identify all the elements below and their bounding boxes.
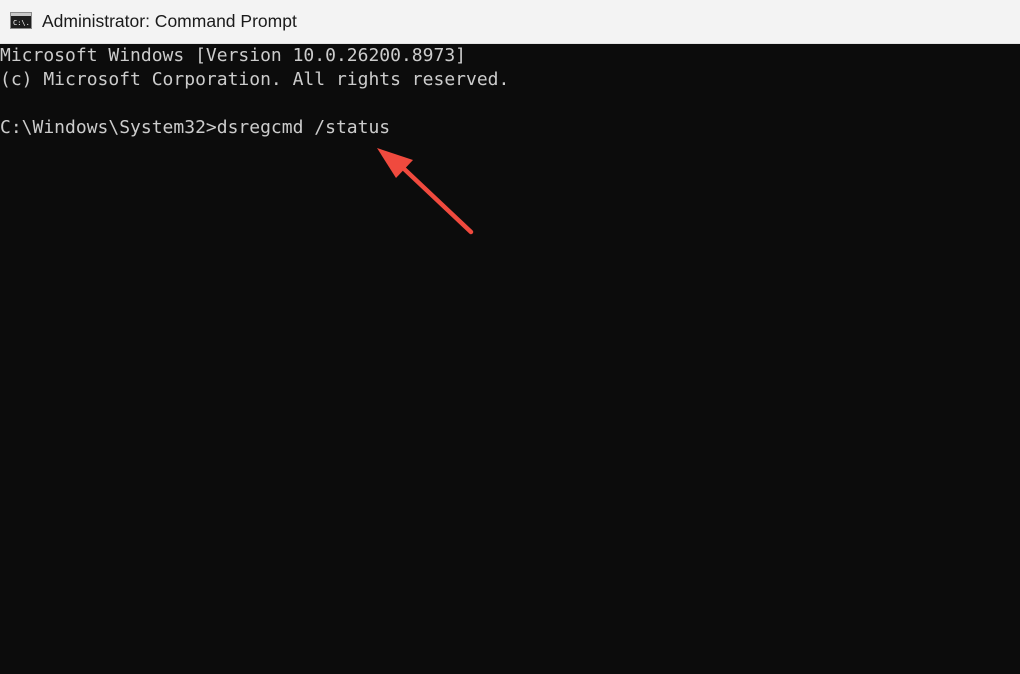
title-bar[interactable]: C:\. Administrator: Command Prompt <box>0 0 1020 44</box>
console-line-version: Microsoft Windows [Version 10.0.26200.89… <box>0 45 466 66</box>
command-prompt-icon: C:\. <box>10 12 32 29</box>
console-output[interactable]: Microsoft Windows [Version 10.0.26200.89… <box>0 44 1020 674</box>
window-title: Administrator: Command Prompt <box>42 11 297 31</box>
command-prompt-window: C:\. Administrator: Command Prompt Micro… <box>0 0 1020 674</box>
console-line-command: C:\Windows\System32>dsregcmd /status <box>0 117 391 138</box>
console-line-copyright: (c) Microsoft Corporation. All rights re… <box>0 69 510 90</box>
app-icon-text: C:\. <box>13 19 30 27</box>
